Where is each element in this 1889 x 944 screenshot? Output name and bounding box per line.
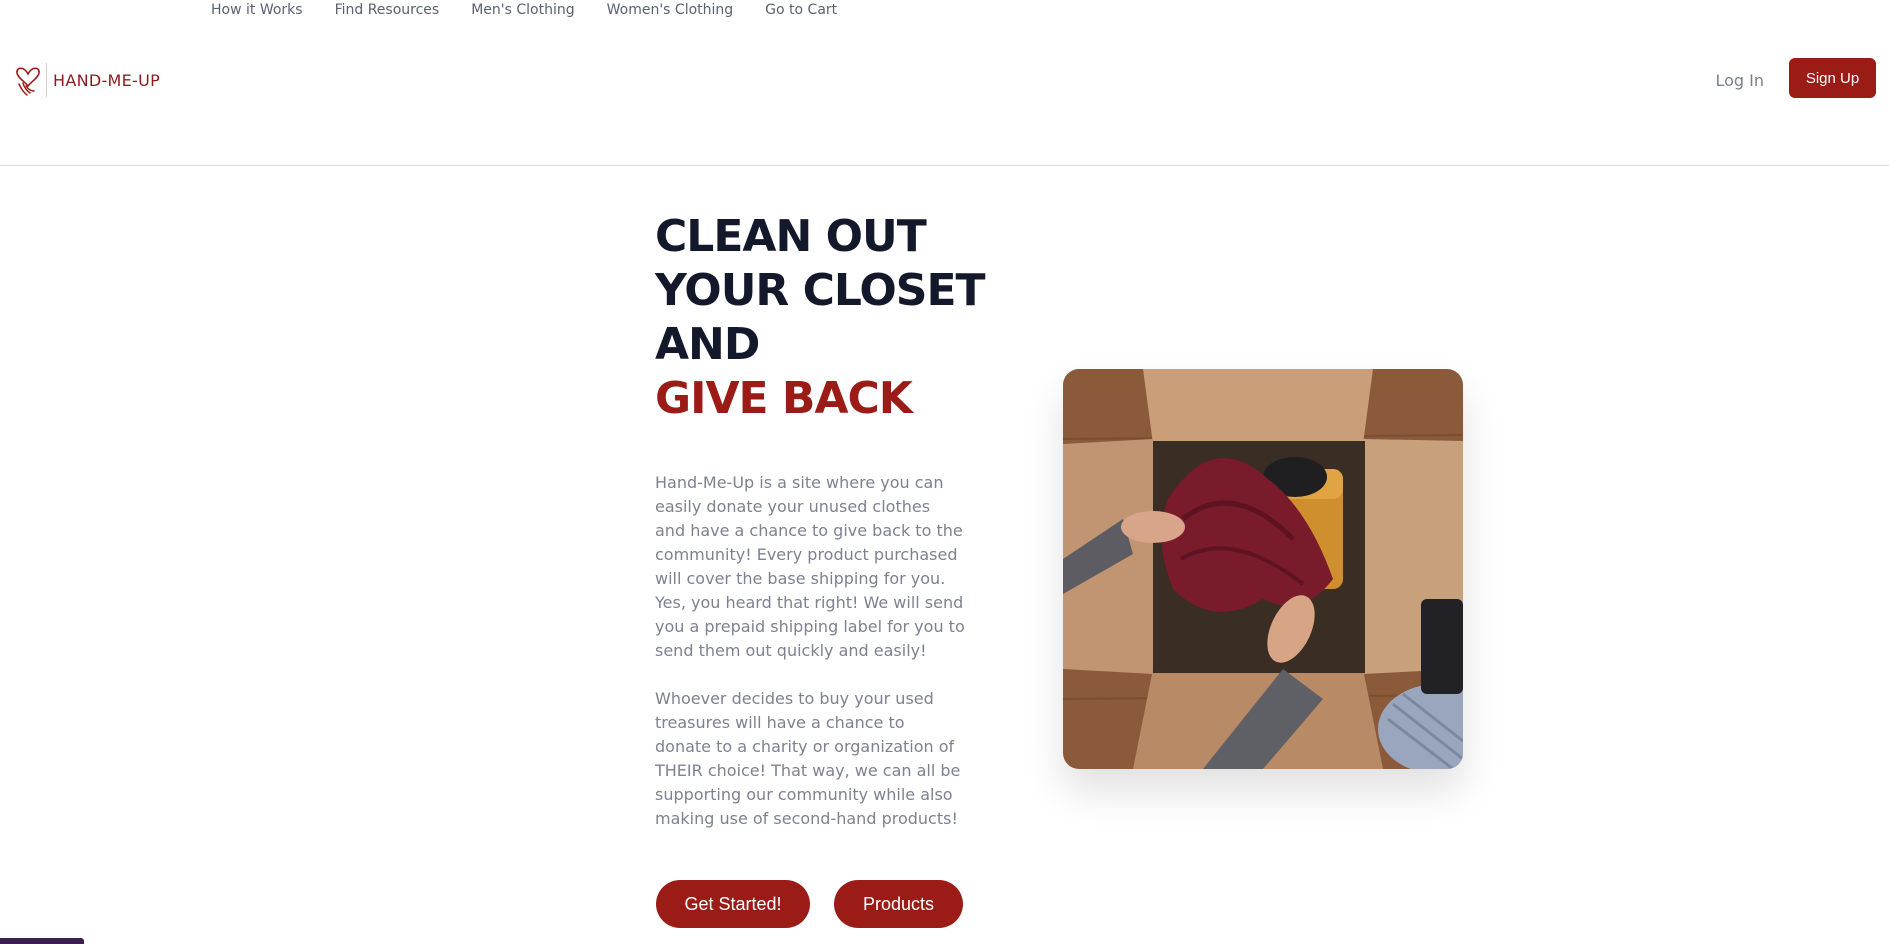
- signup-button[interactable]: Sign Up: [1789, 58, 1876, 98]
- hero-title-line: AND: [655, 319, 760, 370]
- hero-paragraph-1: Hand-Me-Up is a site where you can easil…: [655, 473, 965, 660]
- logo-divider: [46, 63, 47, 97]
- hero-title-line: YOUR CLOSET: [655, 265, 986, 316]
- get-started-button[interactable]: Get Started!: [656, 880, 810, 928]
- nav-link-mens-clothing[interactable]: Men's Clothing: [471, 0, 574, 22]
- nav-link-go-to-cart[interactable]: Go to Cart: [765, 0, 837, 22]
- logo-text: HAND-ME-UP: [53, 70, 161, 90]
- site-header: HAND-ME-UP Log In Sign Up: [0, 22, 1889, 166]
- hero-title: CLEAN OUT YOUR CLOSET AND GIVE BACK: [655, 210, 995, 426]
- site-logo[interactable]: HAND-ME-UP: [14, 60, 160, 100]
- hero-title-line: CLEAN OUT: [655, 211, 927, 262]
- nav-link-womens-clothing[interactable]: Women's Clothing: [607, 0, 734, 22]
- corner-tab[interactable]: [0, 938, 84, 944]
- login-link[interactable]: Log In: [1715, 69, 1764, 93]
- hero-image: [1063, 369, 1463, 769]
- top-nav: How it Works Find Resources Men's Clothi…: [211, 0, 869, 22]
- hero-title-accent: GIVE BACK: [655, 373, 913, 424]
- products-button[interactable]: Products: [834, 880, 963, 928]
- nav-link-find-resources[interactable]: Find Resources: [335, 0, 440, 22]
- heart-hands-icon: [14, 62, 42, 98]
- hero-paragraph-2: Whoever decides to buy your used treasur…: [655, 689, 961, 828]
- nav-link-how-it-works[interactable]: How it Works: [211, 0, 303, 22]
